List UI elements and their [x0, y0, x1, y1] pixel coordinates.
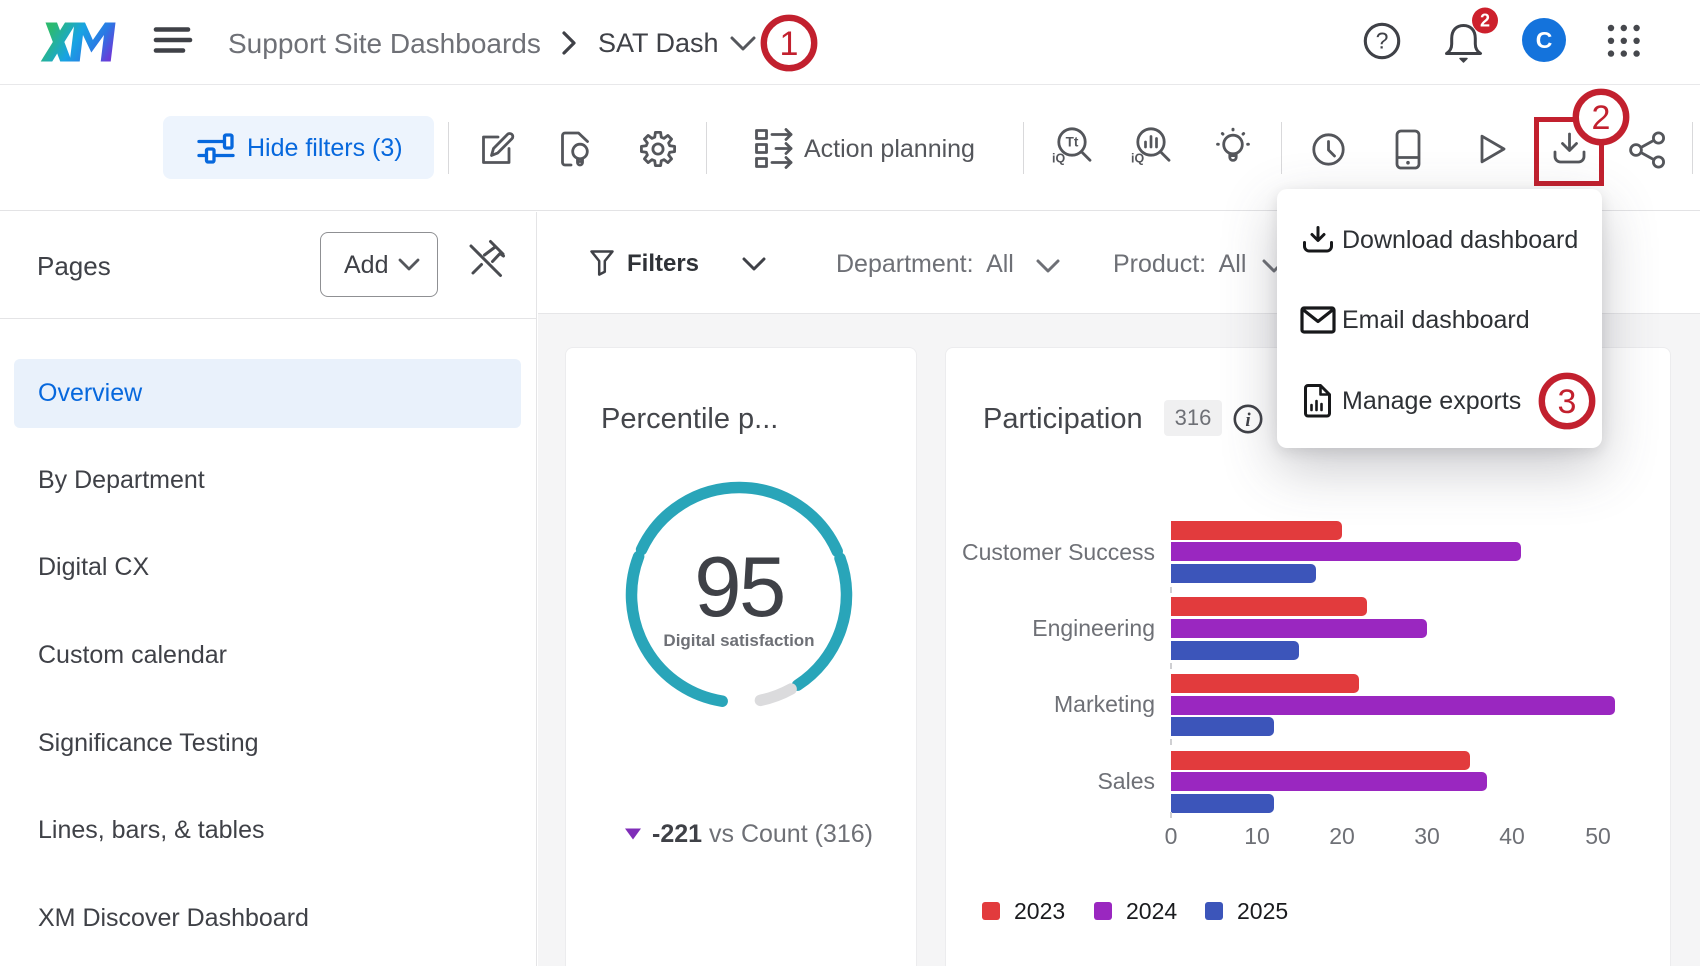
svg-text:3: 3: [1558, 383, 1577, 421]
svg-text:Tt: Tt: [1066, 135, 1079, 150]
svg-text:i: i: [1245, 410, 1251, 431]
svg-text:iQ: iQ: [1131, 152, 1144, 166]
svg-text:iQ: iQ: [1052, 152, 1065, 166]
svg-text:?: ?: [1376, 28, 1389, 54]
svg-text:2: 2: [1592, 99, 1611, 137]
svg-text:2: 2: [1480, 11, 1490, 31]
svg-text:1: 1: [780, 25, 799, 63]
